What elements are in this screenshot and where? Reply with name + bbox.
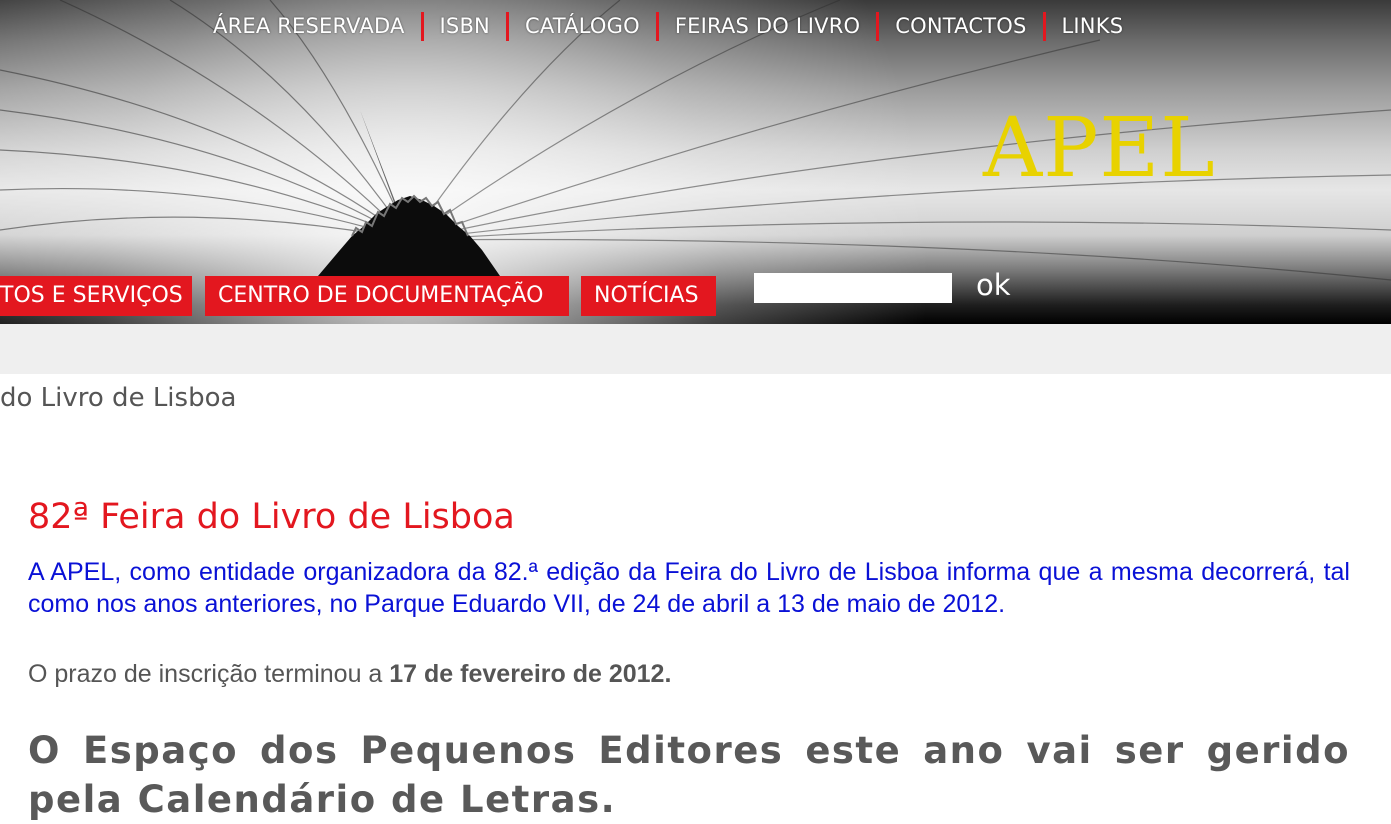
article-title: 82ª Feira do Livro de Lisboa xyxy=(28,497,515,537)
search-input[interactable] xyxy=(754,273,952,303)
apel-logo[interactable]: APEL xyxy=(983,108,1216,190)
registration-deadline: O prazo de inscrição terminou a 17 de fe… xyxy=(28,660,671,689)
main-nav-noticias[interactable]: NOTÍCIAS xyxy=(581,276,716,316)
top-nav-catalogo[interactable]: CATÁLOGO xyxy=(525,14,640,38)
deadline-date: 17 de fevereiro de 2012. xyxy=(389,660,672,688)
main-nav-produtos-e-servicos[interactable]: TOS E SERVIÇOS xyxy=(0,276,192,316)
top-nav: ÁREA RESERVADA ISBN CATÁLOGO FEIRAS DO L… xyxy=(213,10,1123,42)
article-subheading: O Espaço dos Pequenos Editores este ano … xyxy=(28,729,1350,821)
header-banner: ÁREA RESERVADA ISBN CATÁLOGO FEIRAS DO L… xyxy=(0,0,1391,324)
nav-separator xyxy=(876,11,880,41)
deadline-prefix: O prazo de inscrição terminou a xyxy=(28,660,390,688)
main-nav-centro-de-documentacao[interactable]: CENTRO DE DOCUMENTAÇÃO xyxy=(205,276,569,316)
breadcrumb: do Livro de Lisboa xyxy=(0,383,237,413)
top-nav-links[interactable]: LINKS xyxy=(1062,14,1124,38)
top-nav-isbn[interactable]: ISBN xyxy=(440,14,490,38)
breadcrumb-bar xyxy=(0,324,1391,374)
top-nav-feiras-do-livro[interactable]: FEIRAS DO LIVRO xyxy=(675,14,860,38)
top-nav-area-reservada[interactable]: ÁREA RESERVADA xyxy=(213,14,405,38)
nav-separator xyxy=(505,11,509,41)
search-ok-button[interactable]: ok xyxy=(976,268,1011,302)
nav-separator xyxy=(1042,11,1046,41)
nav-separator xyxy=(420,11,424,41)
top-nav-contactos[interactable]: CONTACTOS xyxy=(895,14,1026,38)
nav-separator xyxy=(655,11,659,41)
article-intro: A APEL, como entidade organizadora da 82… xyxy=(28,558,1350,618)
